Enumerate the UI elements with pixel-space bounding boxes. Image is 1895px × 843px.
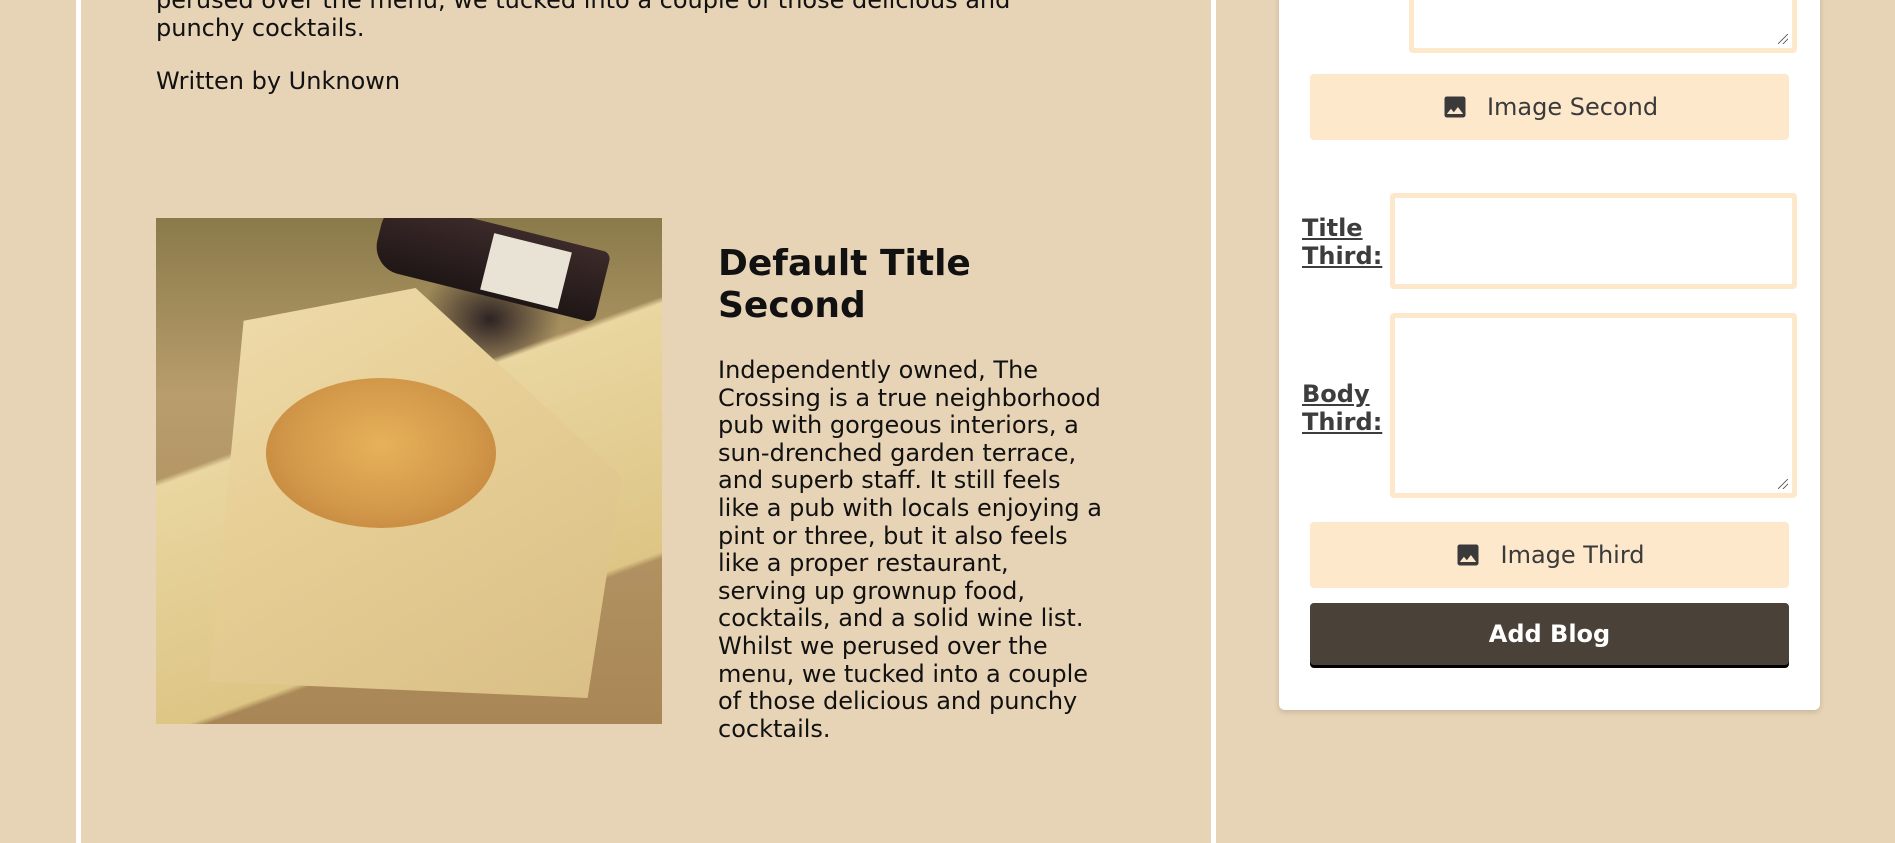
image-second-label: Image Second [1486, 93, 1659, 121]
body-third-label: Body Third: [1302, 380, 1383, 436]
resize-handle-icon[interactable] [1778, 34, 1788, 44]
image-third-label: Image Third [1500, 541, 1645, 569]
content-divider-right [1211, 0, 1216, 843]
image-third-button[interactable]: Image Third [1310, 522, 1789, 588]
add-blog-button[interactable]: Add Blog [1310, 603, 1789, 665]
content-divider-left [76, 0, 81, 843]
image-second-button[interactable]: Image Second [1310, 74, 1789, 140]
title-third-input[interactable] [1390, 193, 1797, 289]
body-third-textarea[interactable] [1390, 313, 1797, 498]
author-line: Written by Unknown [156, 67, 401, 95]
image-icon [1444, 96, 1466, 118]
pasta [266, 378, 496, 528]
post-body: Independently owned, The Crossing is a t… [718, 356, 1102, 743]
title-third-label: Title Third: [1302, 214, 1383, 270]
previous-post-body: perused over the menu, we tucked into a … [156, 0, 1011, 42]
post-image [156, 218, 662, 724]
body-second-textarea[interactable] [1409, 0, 1797, 53]
resize-handle-icon[interactable] [1778, 479, 1788, 489]
post-title: Default Title Second [718, 243, 971, 326]
image-icon [1457, 544, 1479, 566]
